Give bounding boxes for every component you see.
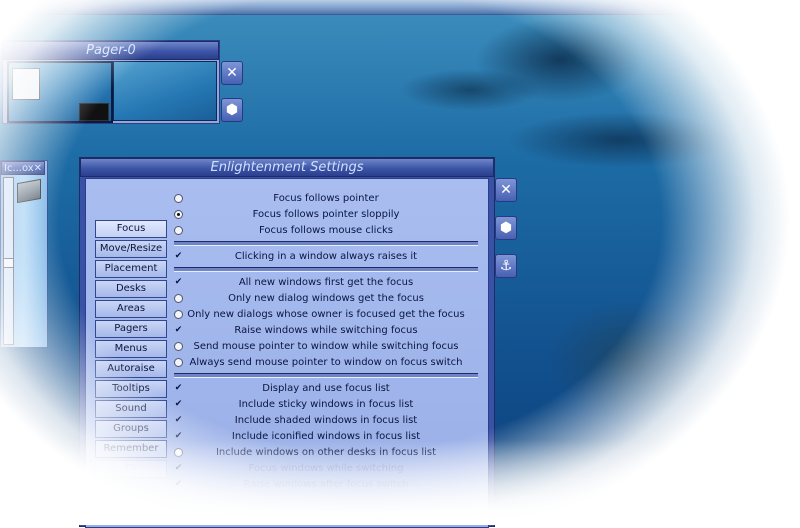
- focus-list-group: ✔ Display and use focus list ✔ Include stic…: [174, 381, 478, 493]
- tab-desks[interactable]: Desks: [95, 280, 167, 298]
- checkbox-icon[interactable]: ✔: [174, 400, 183, 409]
- pager-shade-icon[interactable]: ⬢: [221, 98, 243, 122]
- pager-desk-1[interactable]: [7, 61, 113, 123]
- option-label: Focus follows mouse clicks: [259, 225, 393, 236]
- iconbox-title[interactable]: Ic...ox ✕: [1, 161, 45, 175]
- tab-tooltips[interactable]: Tooltips: [95, 380, 167, 398]
- pager-mini-window: [12, 68, 40, 100]
- option-label: Display and use focus list: [262, 383, 390, 394]
- radio-button-icon[interactable]: [174, 210, 183, 219]
- radio-option[interactable]: Focus follows pointer sloppily: [174, 207, 478, 223]
- tab-areas[interactable]: Areas: [95, 300, 167, 318]
- settings-shade-icon[interactable]: ⬢: [495, 216, 517, 240]
- pager-title[interactable]: Pager-0: [3, 41, 219, 60]
- option-label: Focus windows while switching: [248, 463, 404, 474]
- checkbox-option[interactable]: ✔ Raise windows while switching focus: [174, 323, 478, 339]
- option-label: Include iconified windows in focus list: [231, 431, 421, 442]
- checkbox-icon: ✔: [174, 479, 183, 489]
- pager-window: Pager-0: [2, 40, 220, 124]
- radio-option[interactable]: Focus follows mouse clicks: [174, 223, 478, 239]
- application-icon[interactable]: [17, 178, 41, 204]
- settings-body: Focus Move/Resize Placement Desks Areas Pager…: [85, 178, 489, 528]
- pager-close-icon[interactable]: ✕: [221, 61, 243, 85]
- radio-option[interactable]: Include windows on other desks in focus …: [174, 445, 478, 461]
- radio-option[interactable]: Only new dialog windows get the focus: [174, 291, 478, 307]
- checkbox-option[interactable]: ✔ Display and use focus list: [174, 381, 478, 397]
- radio-button-icon[interactable]: [174, 358, 183, 367]
- iconbox-scroll-thumb[interactable]: [4, 258, 13, 268]
- tab-move-resize[interactable]: Move/Resize: [95, 240, 167, 258]
- radio-option[interactable]: Send mouse pointer to window while switc…: [174, 339, 478, 355]
- checkbox-option[interactable]: ✔ Include shaded windows in focus list: [174, 413, 478, 429]
- checkbox-icon[interactable]: ✔: [174, 252, 183, 261]
- checkbox-icon[interactable]: ✔: [174, 326, 183, 335]
- checkbox-option[interactable]: ✔ Include iconified windows in focus list: [174, 429, 478, 445]
- tab-remember[interactable]: Remember: [95, 440, 167, 458]
- option-label: Focus follows pointer sloppily: [252, 209, 400, 220]
- tab-focus[interactable]: Focus: [95, 220, 167, 238]
- checkbox-option[interactable]: ✔ Include sticky windows in focus list: [174, 397, 478, 413]
- checkbox-icon[interactable]: ✔: [174, 432, 183, 441]
- radio-option[interactable]: Always send mouse pointer to window on f…: [174, 355, 478, 371]
- iconbox-scrollbar[interactable]: [3, 177, 14, 345]
- option-label: Include sticky windows in focus list: [238, 399, 414, 410]
- option-label: All new windows first get the focus: [238, 277, 414, 288]
- focus-options: Focus follows pointer Focus follows point…: [174, 191, 478, 493]
- settings-tabs: Focus Move/Resize Placement Desks Areas Pager…: [95, 220, 167, 480]
- new-windows-group: ✔ All new windows first get the focus Only…: [174, 275, 478, 371]
- radio-button-icon[interactable]: [174, 226, 183, 235]
- top-panel-strip: [0, 0, 760, 15]
- settings-anchor-icon[interactable]: ⚓: [495, 254, 517, 278]
- settings-window: Enlightenment Settings Focus Move/Resize P…: [79, 157, 495, 528]
- tab-fx: FX: [95, 460, 167, 478]
- separator: [174, 373, 478, 378]
- separator: [174, 241, 478, 246]
- radio-option[interactable]: Focus follows pointer: [174, 191, 478, 207]
- checkbox-option: ✔ Raise windows after focus switch: [174, 477, 478, 493]
- iconbox-window: Ic...ox ✕: [0, 160, 48, 348]
- option-label: Always send mouse pointer to window on f…: [189, 357, 463, 368]
- tab-autoraise[interactable]: Autoraise: [95, 360, 167, 378]
- checkbox-icon: ✔: [174, 463, 183, 473]
- settings-close-icon[interactable]: ✕: [495, 178, 517, 202]
- settings-title[interactable]: Enlightenment Settings: [80, 158, 494, 177]
- pager-desk-2[interactable]: [113, 61, 217, 121]
- checkbox-option[interactable]: ✔ All new windows first get the focus: [174, 275, 478, 291]
- radio-button-icon[interactable]: [174, 448, 183, 457]
- focus-mode-group: Focus follows pointer Focus follows point…: [174, 191, 478, 239]
- checkbox-icon[interactable]: ✔: [174, 416, 183, 425]
- radio-button-icon[interactable]: [174, 310, 183, 319]
- checkbox-option: ✔ Focus windows while switching: [174, 461, 478, 477]
- iconbox-title-text: Ic...ox: [4, 163, 34, 174]
- tab-menus[interactable]: Menus: [95, 340, 167, 358]
- radio-option[interactable]: Only new dialogs whose owner is focused …: [174, 307, 478, 323]
- raise-group: ✔ Clicking in a window always raises it: [174, 249, 478, 265]
- option-label: Only new dialogs whose owner is focused …: [187, 309, 465, 320]
- option-label: Raise windows after focus switch: [243, 479, 409, 490]
- checkbox-option[interactable]: ✔ Clicking in a window always raises it: [174, 249, 478, 265]
- radio-button-icon[interactable]: [174, 342, 183, 351]
- separator: [174, 267, 478, 272]
- checkbox-icon[interactable]: ✔: [174, 278, 183, 287]
- pager-mini-window: [79, 103, 109, 121]
- checkbox-icon[interactable]: ✔: [174, 384, 183, 393]
- radio-button-icon[interactable]: [174, 294, 183, 303]
- option-label: Send mouse pointer to window while switc…: [193, 341, 459, 352]
- tab-placement[interactable]: Placement: [95, 260, 167, 278]
- radio-button-icon[interactable]: [174, 194, 183, 203]
- option-label: Focus follows pointer: [273, 193, 379, 204]
- tab-pagers[interactable]: Pagers: [95, 320, 167, 338]
- iconbox-close-icon[interactable]: ✕: [34, 162, 42, 176]
- option-label: Only new dialog windows get the focus: [228, 293, 424, 304]
- tab-sound[interactable]: Sound: [95, 400, 167, 418]
- tab-groups[interactable]: Groups: [95, 420, 167, 438]
- option-label: Raise windows while switching focus: [234, 325, 418, 336]
- option-label: Include shaded windows in focus list: [234, 415, 418, 426]
- option-label: Clicking in a window always raises it: [234, 251, 418, 262]
- option-label: Include windows on other desks in focus …: [215, 447, 437, 458]
